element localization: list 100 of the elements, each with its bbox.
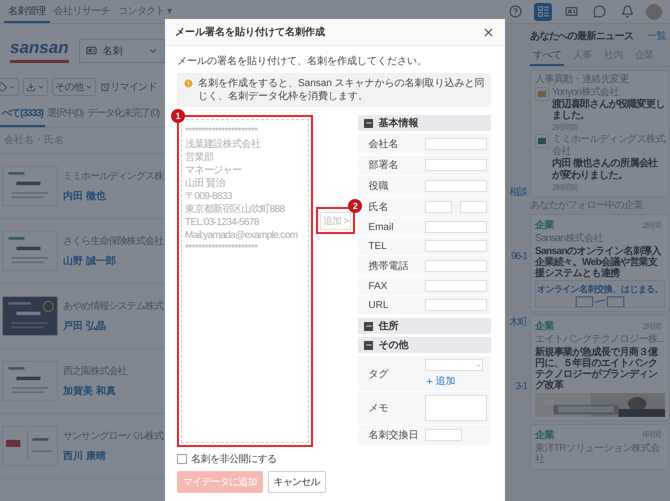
- input-field[interactable]: [425, 159, 487, 171]
- close-button[interactable]: [482, 26, 495, 38]
- field-label: TEL: [368, 240, 388, 252]
- input-field[interactable]: [425, 180, 487, 192]
- input-field[interactable]: [425, 240, 487, 252]
- person-name[interactable]: 戸田 弘晶: [63, 319, 164, 333]
- cancel-button[interactable]: キャンセル: [268, 471, 326, 493]
- tag-dropdown[interactable]: [0, 78, 19, 96]
- chevron-icon: [37, 83, 45, 91]
- field-label: 部署名: [368, 158, 400, 172]
- private-checkbox[interactable]: [177, 454, 187, 464]
- collapse-icon[interactable]: [364, 322, 374, 330]
- more-dropdown[interactable]: その他: [52, 78, 96, 96]
- alarm-icon: [100, 82, 110, 92]
- field-label: メモ: [368, 402, 390, 415]
- input-field[interactable]: [460, 201, 487, 213]
- article-title[interactable]: 新規事業が急成長で月商３億円に、５年目のエイトバンクテクノロジーがブランディング改革: [535, 346, 665, 392]
- section-header[interactable]: 基本情報: [358, 115, 491, 131]
- company-name: 西之園株式会社: [63, 364, 127, 378]
- field-label: URL: [368, 300, 390, 310]
- step-marker: 2: [348, 199, 362, 213]
- nav-tab[interactable]: 会社リサーチ: [50, 0, 114, 23]
- person-name[interactable]: 加賀美 和真: [63, 384, 127, 398]
- news-title: あなたへの最新ニュース: [530, 29, 634, 43]
- date-field[interactable]: [425, 429, 462, 441]
- tag-select[interactable]: [425, 359, 484, 371]
- field-label: FAX: [368, 280, 388, 292]
- placeholder-line: **********************: [185, 125, 259, 138]
- field-label: タグ: [368, 368, 390, 380]
- address-text: 相談: [509, 186, 527, 198]
- article-title[interactable]: Sansanのオンライン名刺導入企業続々。Web会議や営業支援システムとも連携: [535, 246, 665, 280]
- chevron-icon: [475, 362, 482, 368]
- list-link[interactable]: 一覧: [647, 29, 666, 43]
- address-text: 96-1: [510, 251, 527, 262]
- placeholder-line: TEL:03-1234-5678: [185, 216, 260, 229]
- person-name[interactable]: 内田 徹也: [63, 189, 164, 203]
- company-logo-icon: [535, 86, 549, 100]
- field-label: 氏名: [368, 200, 390, 214]
- dialog-title: メール署名を貼り付けて名刺作成: [175, 26, 325, 39]
- download-dropdown[interactable]: [23, 78, 48, 96]
- input-field[interactable]: [425, 201, 452, 213]
- address-text: 木町: [509, 316, 527, 328]
- placeholder-line: 〒009-8833: [185, 190, 233, 203]
- tag-icon: [0, 82, 7, 92]
- field-label: 携帯電話: [368, 260, 410, 273]
- plus-icon: [425, 376, 434, 386]
- placeholder-line: 山田 賢治: [185, 177, 226, 190]
- collapse-icon[interactable]: [364, 340, 374, 350]
- intro-text: メールの署名を貼り付けて、名刺を作成してください。: [177, 54, 428, 68]
- category-tag: 企業: [535, 319, 554, 334]
- warning-icon: [183, 78, 194, 89]
- news-tab[interactable]: すべて: [530, 46, 564, 66]
- input-field[interactable]: [425, 260, 487, 272]
- input-field[interactable]: [425, 221, 487, 233]
- list-icon[interactable]: [534, 2, 552, 20]
- person-name[interactable]: 西川 康晴: [63, 449, 164, 463]
- company-name: ミミホールディングス株: [63, 170, 164, 183]
- update-text[interactable]: 内田 徹也さんの所属会社が変わりました。: [552, 158, 665, 181]
- type-select[interactable]: 名刺: [78, 38, 165, 62]
- avatar[interactable]: [646, 4, 662, 20]
- chevron-icon: [8, 83, 16, 91]
- signature-field[interactable]: ********************** 浅葉建設株式会社 営業部 マネージャー 山田 賢治 〒009-8833 東京都新宿区山吹町888 TEL:03-1234-5678 Mail:yamada@example.com **********************: [181, 119, 309, 443]
- category-tag: 企業: [535, 218, 554, 232]
- download-icon: [26, 82, 36, 92]
- step-marker: 1: [171, 109, 185, 123]
- notice-text: 名刺を作成をすると、Sansan スキャナからの名刺取り込みと同じく、名刺データ化枠を消費します。: [198, 77, 485, 103]
- id-card-icon: [86, 45, 97, 56]
- company-name: さくら生命保険株式会社: [63, 234, 164, 248]
- company-name: サンサングローバル株式: [63, 430, 164, 443]
- business-card-drawing: [2, 296, 58, 336]
- update-text[interactable]: 渡辺喜郎さんが役職変更しました。: [552, 99, 665, 122]
- logo: sansan: [10, 38, 69, 63]
- field-label: 名刺交換日: [368, 428, 420, 442]
- placeholder-line: Mail:yamada@example.com: [185, 229, 299, 242]
- chevron-icon: [84, 83, 92, 91]
- field-label: 役職: [368, 180, 390, 193]
- add-tag-link[interactable]: 追加: [425, 374, 487, 388]
- memo-field[interactable]: [425, 395, 487, 421]
- list-tab[interactable]: データ化未完了(0): [85, 101, 162, 127]
- placeholder-line: 浅葉建設株式会社: [185, 138, 262, 151]
- person-name[interactable]: 山野 誠一郎: [63, 254, 164, 268]
- input-field[interactable]: [425, 280, 487, 292]
- placeholder-line: **********************: [185, 242, 259, 255]
- list-tab[interactable]: 選択中(0): [44, 101, 86, 127]
- company-logo-icon: [535, 134, 549, 148]
- input-field[interactable]: [425, 299, 487, 311]
- placeholder-line: 東京都新宿区山吹町888: [185, 203, 286, 216]
- field-label: Email: [368, 222, 394, 232]
- category-tag: 企業: [535, 428, 554, 442]
- collapse-icon[interactable]: [364, 118, 374, 128]
- section-header[interactable]: その他: [358, 337, 491, 353]
- field-label: 会社名: [368, 138, 400, 151]
- promo-banner: オンライン名刺交換、はじまる。: [535, 280, 665, 308]
- remind-button[interactable]: リマインド: [100, 80, 157, 94]
- private-label: 名刺を非公開にする: [191, 452, 276, 466]
- input-field[interactable]: [425, 138, 487, 150]
- placeholder-line: 営業部: [185, 151, 214, 164]
- placeholder-line: マネージャー: [185, 164, 242, 177]
- company-name: あやめ情報システム株式: [63, 300, 164, 313]
- section-header[interactable]: 住所: [358, 318, 491, 334]
